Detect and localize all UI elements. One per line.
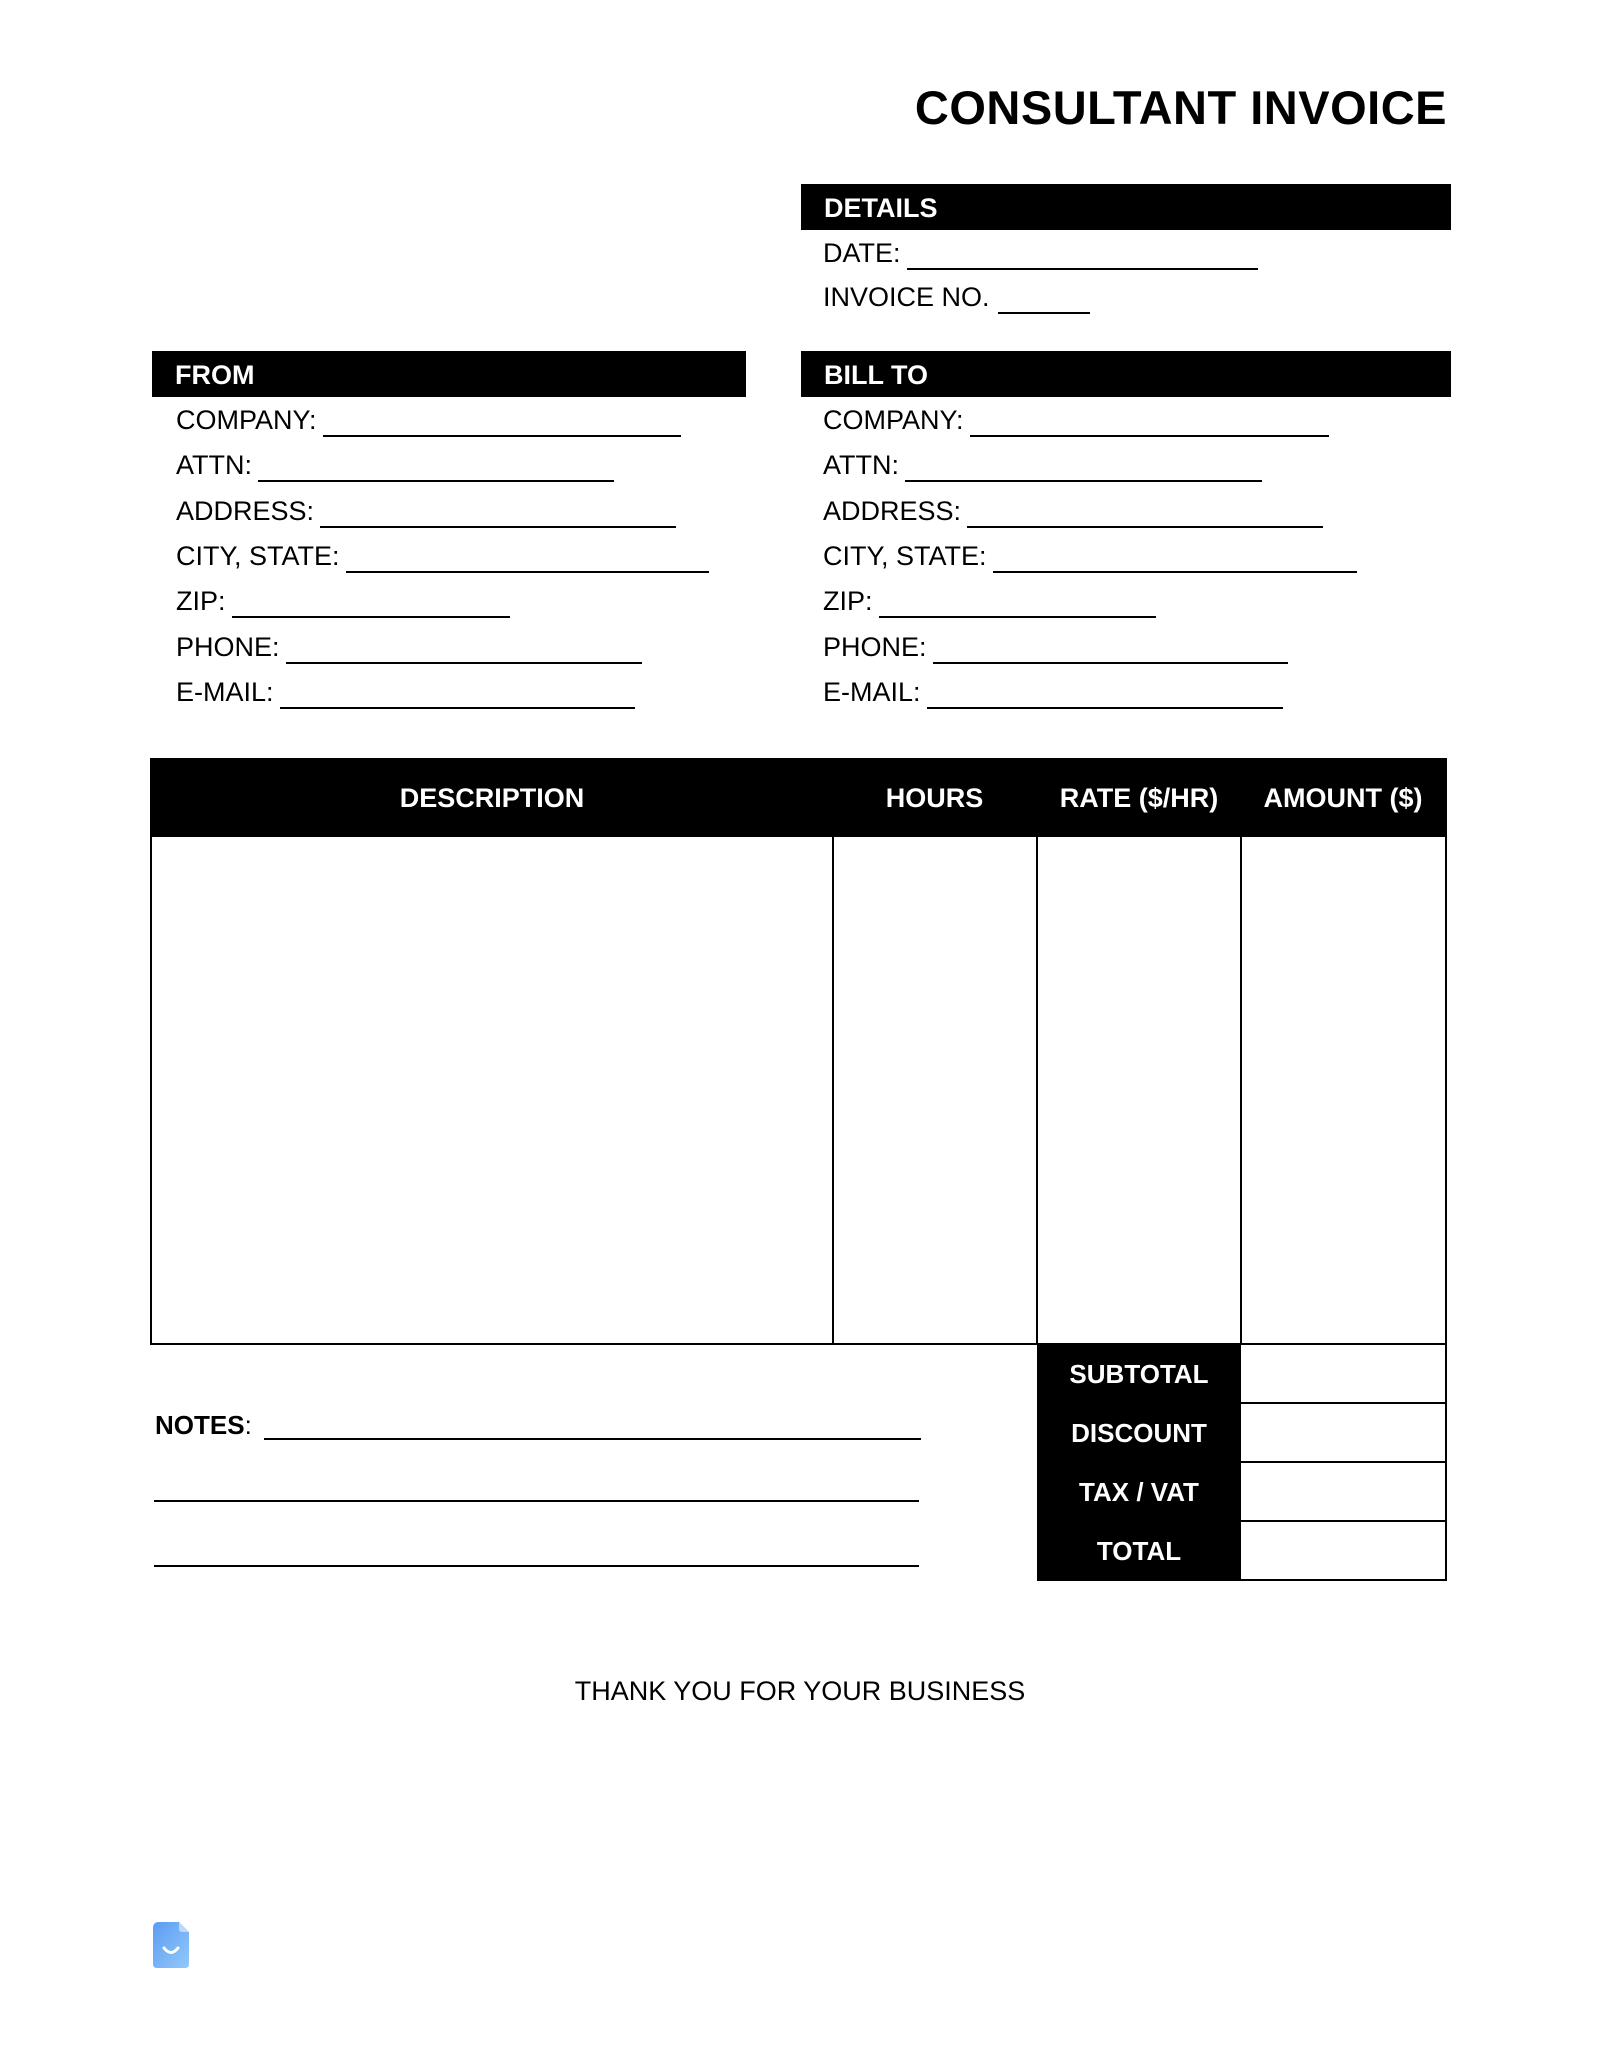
date-label: DATE: (823, 238, 901, 268)
discount-label: DISCOUNT (1037, 1404, 1241, 1463)
notes-line-1[interactable] (264, 1438, 921, 1440)
notes-label-text: NOTES (155, 1410, 245, 1440)
bill-to-company-label: COMPANY: (823, 405, 964, 435)
totals-bottom-border (1037, 1579, 1447, 1581)
notes-line-2[interactable] (154, 1500, 919, 1502)
total-label: TOTAL (1037, 1522, 1241, 1581)
thank-you-message: THANK YOU FOR YOUR BUSINESS (574, 1676, 1026, 1706)
description-cell[interactable] (152, 837, 832, 1343)
invoice-number-label: INVOICE NO. (823, 282, 990, 312)
from-city-state-field[interactable]: CITY, STATE: (176, 539, 709, 573)
from-phone-label: PHONE: (176, 632, 280, 662)
column-header-hours: HOURS (885, 783, 984, 813)
from-city-state-input[interactable] (345, 545, 709, 573)
from-address-input[interactable] (320, 500, 676, 528)
bill-to-email-field[interactable]: E-MAIL: (823, 675, 1283, 709)
bill-to-email-input[interactable] (926, 681, 1283, 709)
from-email-field[interactable]: E-MAIL: (176, 675, 635, 709)
bill-to-phone-input[interactable] (932, 636, 1288, 664)
bill-to-attn-input[interactable] (905, 454, 1262, 482)
total-value[interactable] (1241, 1522, 1447, 1581)
from-email-input[interactable] (279, 681, 635, 709)
line-items-table: DESCRIPTION HOURS RATE ($/HR) AMOUNT ($) (150, 758, 1447, 1345)
column-header-description: DESCRIPTION (399, 783, 585, 813)
from-zip-field[interactable]: ZIP: (176, 584, 510, 618)
column-header-amount: AMOUNT ($) (1263, 783, 1423, 813)
bill-to-attn-label: ATTN: (823, 450, 899, 480)
subtotal-value[interactable] (1241, 1345, 1447, 1404)
bill-to-zip-label: ZIP: (823, 586, 873, 616)
bill-to-address-label: ADDRESS: (823, 496, 962, 526)
notes-line-3[interactable] (154, 1565, 919, 1567)
from-company-label: COMPANY: (176, 405, 317, 435)
from-zip-label: ZIP: (176, 586, 226, 616)
table-header: DESCRIPTION HOURS RATE ($/HR) AMOUNT ($) (152, 760, 1445, 837)
invoice-title: CONSULTANT INVOICE (914, 81, 1447, 134)
details-header: DETAILS (801, 184, 1451, 230)
from-zip-input[interactable] (231, 590, 510, 618)
bill-to-address-field[interactable]: ADDRESS: (823, 494, 1323, 528)
bill-to-city-state-field[interactable]: CITY, STATE: (823, 539, 1357, 573)
rate-cell[interactable] (1038, 837, 1240, 1343)
date-input[interactable] (906, 242, 1258, 270)
from-phone-input[interactable] (285, 636, 642, 664)
bill-to-phone-field[interactable]: PHONE: (823, 630, 1288, 664)
document-smile-icon (151, 1920, 191, 1970)
notes-colon: : (244, 1410, 252, 1440)
from-email-label: E-MAIL: (176, 677, 274, 707)
from-city-state-label: CITY, STATE: (176, 541, 340, 571)
from-attn-field[interactable]: ATTN: (176, 448, 614, 482)
tax-vat-label: TAX / VAT (1037, 1463, 1241, 1522)
from-address-label: ADDRESS: (176, 496, 315, 526)
from-attn-input[interactable] (258, 454, 614, 482)
notes-label: NOTES: (155, 1410, 252, 1441)
from-header: FROM (152, 351, 746, 397)
bill-to-phone-label: PHONE: (823, 632, 927, 662)
column-header-rate: RATE ($/HR) (1059, 783, 1219, 813)
from-company-field[interactable]: COMPANY: (176, 403, 681, 437)
bill-to-zip-field[interactable]: ZIP: (823, 584, 1156, 618)
date-field[interactable]: DATE: (823, 236, 1258, 270)
bill-to-address-input[interactable] (967, 500, 1323, 528)
from-phone-field[interactable]: PHONE: (176, 630, 642, 664)
from-address-field[interactable]: ADDRESS: (176, 494, 676, 528)
bill-to-city-state-input[interactable] (992, 545, 1357, 573)
bill-to-attn-field[interactable]: ATTN: (823, 448, 1262, 482)
bill-to-company-input[interactable] (969, 409, 1329, 437)
bill-to-company-field[interactable]: COMPANY: (823, 403, 1329, 437)
hours-cell[interactable] (834, 837, 1036, 1343)
bill-to-header: BILL TO (801, 351, 1451, 397)
amount-cell[interactable] (1242, 837, 1445, 1343)
bill-to-zip-input[interactable] (878, 590, 1156, 618)
from-attn-label: ATTN: (176, 450, 252, 480)
subtotal-label: SUBTOTAL (1037, 1345, 1241, 1404)
invoice-number-field[interactable]: INVOICE NO. (823, 280, 1090, 314)
tax-vat-value[interactable] (1241, 1463, 1447, 1522)
discount-value[interactable] (1241, 1404, 1447, 1463)
from-company-input[interactable] (322, 409, 681, 437)
bill-to-email-label: E-MAIL: (823, 677, 921, 707)
invoice-number-input[interactable] (997, 286, 1090, 314)
bill-to-city-state-label: CITY, STATE: (823, 541, 987, 571)
